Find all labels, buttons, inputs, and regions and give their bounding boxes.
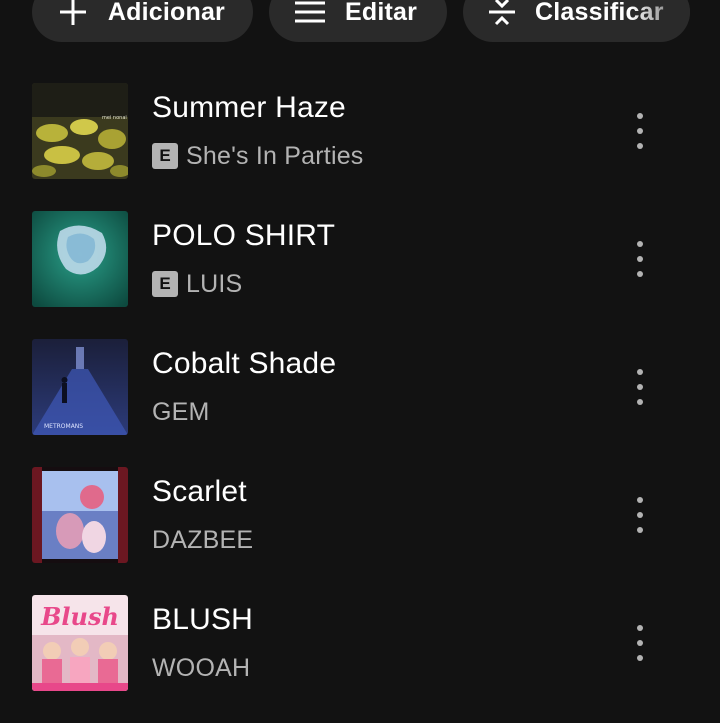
edit-button-label: Editar xyxy=(345,0,418,26)
album-cover-cobalt-shade: METROMANS xyxy=(32,339,128,435)
explicit-badge: E xyxy=(152,271,178,297)
track-title: Scarlet xyxy=(152,475,247,508)
edit-button[interactable]: Editar xyxy=(269,0,447,42)
list-icon xyxy=(293,0,327,29)
track-subtitle: DAZBEE xyxy=(152,525,253,555)
album-cover-summer-haze: mei nonai xyxy=(32,83,128,179)
track-artist: GEM xyxy=(152,397,210,426)
track-artist: LUIS xyxy=(186,269,243,298)
more-options-button[interactable] xyxy=(620,229,660,289)
more-options-button[interactable] xyxy=(620,613,660,673)
track-artist: She's In Parties xyxy=(186,141,364,170)
album-cover-polo-shirt xyxy=(32,211,128,307)
more-options-button[interactable] xyxy=(620,101,660,161)
track-row[interactable]: METROMANS Cobalt Shade GEM xyxy=(0,339,720,435)
track-artist: WOOAH xyxy=(152,653,251,682)
more-options-button[interactable] xyxy=(620,485,660,545)
sort-icon xyxy=(487,0,517,29)
track-subtitle: E She's In Parties xyxy=(152,141,364,171)
cover-text: Blush xyxy=(40,602,119,631)
track-subtitle: GEM xyxy=(152,397,210,427)
album-cover-blush: Blush xyxy=(32,595,128,691)
track-row[interactable]: Blush BLUSH WOOAH xyxy=(0,595,720,691)
add-button-label: Adicionar xyxy=(107,0,225,26)
track-subtitle: E LUIS xyxy=(152,269,242,299)
cover-text: mei nonai xyxy=(102,115,127,121)
sort-button[interactable]: Classificar xyxy=(463,0,690,42)
explicit-badge: E xyxy=(152,143,178,169)
add-button[interactable]: Adicionar xyxy=(32,0,253,42)
more-vertical-icon xyxy=(637,113,643,119)
track-subtitle: WOOAH xyxy=(152,653,250,683)
more-vertical-icon xyxy=(637,369,643,375)
action-toolbar: Adicionar Editar Classificar xyxy=(32,0,690,44)
track-row[interactable]: POLO SHIRT E LUIS xyxy=(0,211,720,307)
more-vertical-icon xyxy=(637,625,643,631)
album-cover-scarlet xyxy=(32,467,128,563)
more-options-button[interactable] xyxy=(620,357,660,417)
cover-text: METROMANS xyxy=(44,423,83,430)
track-title: Summer Haze xyxy=(152,91,346,124)
more-vertical-icon xyxy=(637,241,643,247)
track-list: mei nonai Summer Haze E She's In Parties xyxy=(0,83,720,723)
plus-icon xyxy=(56,0,90,29)
more-vertical-icon xyxy=(637,497,643,503)
track-row[interactable]: mei nonai Summer Haze E She's In Parties xyxy=(0,83,720,179)
track-title: BLUSH xyxy=(152,603,254,636)
sort-button-label: Classificar xyxy=(535,0,664,26)
track-artist: DAZBEE xyxy=(152,525,254,554)
track-title: Cobalt Shade xyxy=(152,347,337,380)
track-row[interactable]: Scarlet DAZBEE xyxy=(0,467,720,563)
track-title: POLO SHIRT xyxy=(152,219,336,252)
